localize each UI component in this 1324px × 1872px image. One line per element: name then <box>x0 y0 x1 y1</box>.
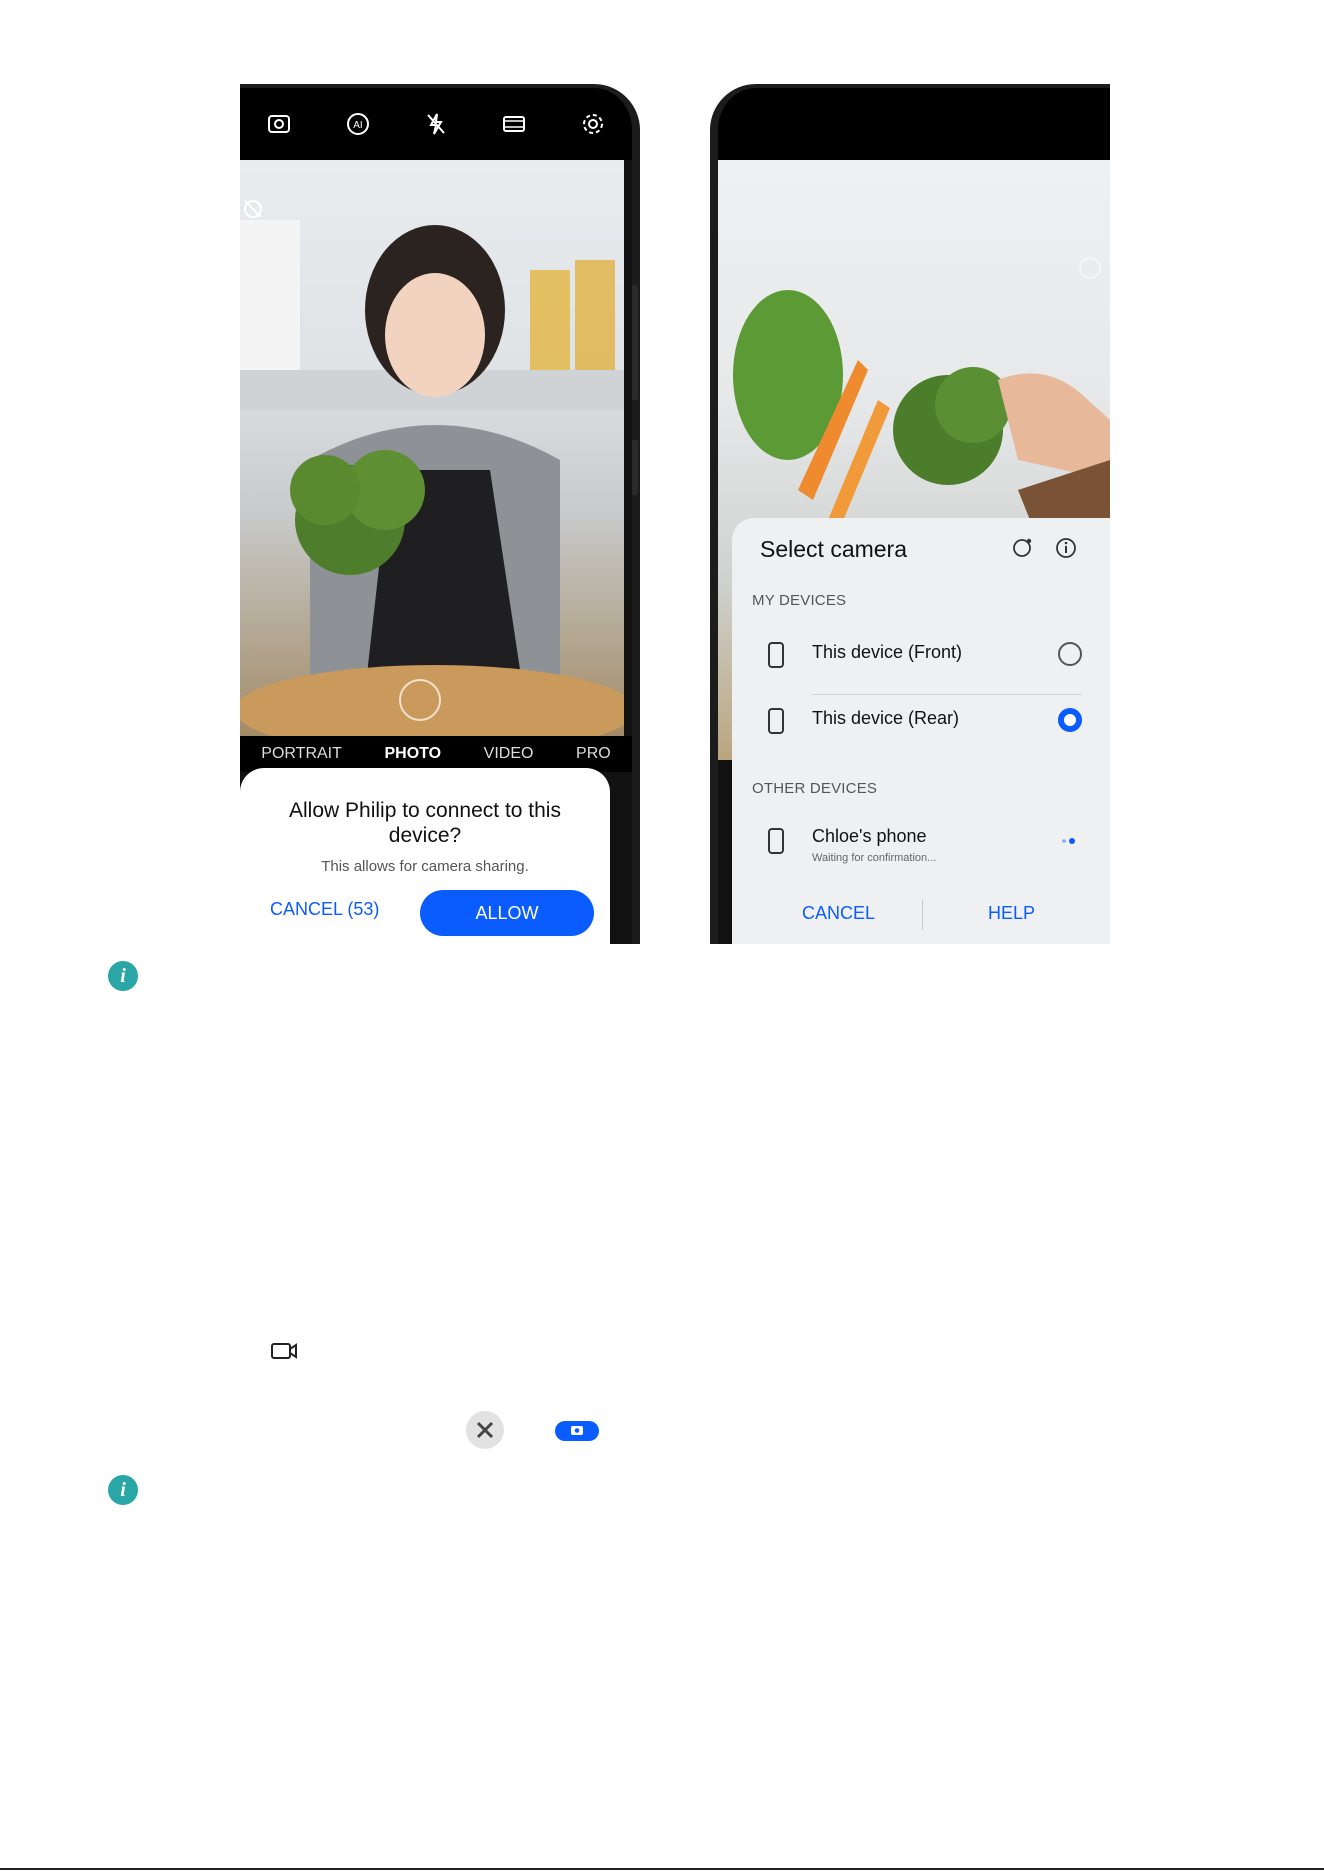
right-phone-mockup: Select camera MY DEVICES This device (Fr… <box>710 84 1110 944</box>
loading-dots-icon <box>1062 838 1075 844</box>
camera-mode-bar: PORTRAIT PHOTO VIDEO PRO <box>240 736 632 772</box>
dialog-subtitle: This allows for camera sharing. <box>321 858 529 875</box>
note-info-icon-2: i <box>108 1475 138 1505</box>
device-status: Waiting for confirmation... <box>812 852 937 864</box>
close-icon <box>466 1411 504 1449</box>
device-row-rear[interactable]: This device (Rear) <box>732 694 1110 752</box>
phone-icon <box>768 828 784 854</box>
radio-front[interactable] <box>1058 642 1082 666</box>
svg-text:AI: AI <box>353 120 362 131</box>
info-icon[interactable] <box>1054 536 1078 560</box>
camera-viewfinder <box>240 160 624 736</box>
mode-portrait[interactable]: PORTRAIT <box>261 745 342 763</box>
device-label: This device (Rear) <box>812 708 960 728</box>
lens-off-icon[interactable] <box>242 198 264 220</box>
allow-button[interactable]: ALLOW <box>420 890 594 936</box>
mode-video[interactable]: VIDEO <box>484 745 534 763</box>
right-topbar <box>718 88 1110 160</box>
camera-switch-icon[interactable] <box>266 111 292 137</box>
power-button <box>632 440 638 495</box>
note-info-icon: i <box>108 961 138 991</box>
device-row-chloe[interactable]: Chloe's phone Waiting for confirmation..… <box>732 814 1110 872</box>
mode-photo[interactable]: PHOTO <box>384 745 441 763</box>
sheet-title: Select camera <box>760 536 908 562</box>
volume-button <box>632 285 638 400</box>
radio-rear-selected[interactable] <box>1058 708 1082 732</box>
device-label: Chloe's phone <box>812 826 927 846</box>
ai-icon[interactable]: AI <box>345 111 371 137</box>
left-phone-mockup: AI PORTRAIT PHOTO VIDEO PRO Allow Philip… <box>240 84 640 944</box>
footer-divider <box>922 900 923 930</box>
help-button[interactable]: HELP <box>982 902 1041 925</box>
dialog-buttons: CANCEL (53) ALLOW <box>240 890 610 938</box>
device-label: This device (Front) <box>812 642 963 662</box>
select-camera-sheet: Select camera MY DEVICES This device (Fr… <box>732 518 1110 944</box>
video-camera-icon <box>271 1343 297 1359</box>
viewfinder-scene <box>240 220 624 736</box>
sheet-footer: CANCEL HELP <box>732 894 1110 944</box>
camera-toolbar: AI <box>240 88 632 160</box>
sheet-cancel-button[interactable]: CANCEL <box>796 902 881 925</box>
my-devices-heading: MY DEVICES <box>752 592 847 609</box>
page-bottom-rule <box>0 1868 1324 1870</box>
other-devices-heading: OTHER DEVICES <box>752 780 878 797</box>
connect-permission-dialog: Allow Philip to connect to this device? … <box>240 768 610 944</box>
dialog-title: Allow Philip to connect to this device? <box>289 799 561 847</box>
device-row-front[interactable]: This device (Front) <box>732 628 1110 686</box>
aspect-ratio-icon[interactable] <box>501 111 527 137</box>
camera-switch-button-icon <box>555 1421 599 1441</box>
phone-icon <box>768 708 784 734</box>
settings-icon[interactable] <box>580 111 606 137</box>
mode-pro[interactable]: PRO <box>576 745 611 763</box>
cancel-button[interactable]: CANCEL (53) <box>264 898 385 921</box>
flash-off-icon[interactable] <box>423 111 449 137</box>
phone-icon <box>768 642 784 668</box>
refresh-icon[interactable] <box>1010 536 1034 560</box>
